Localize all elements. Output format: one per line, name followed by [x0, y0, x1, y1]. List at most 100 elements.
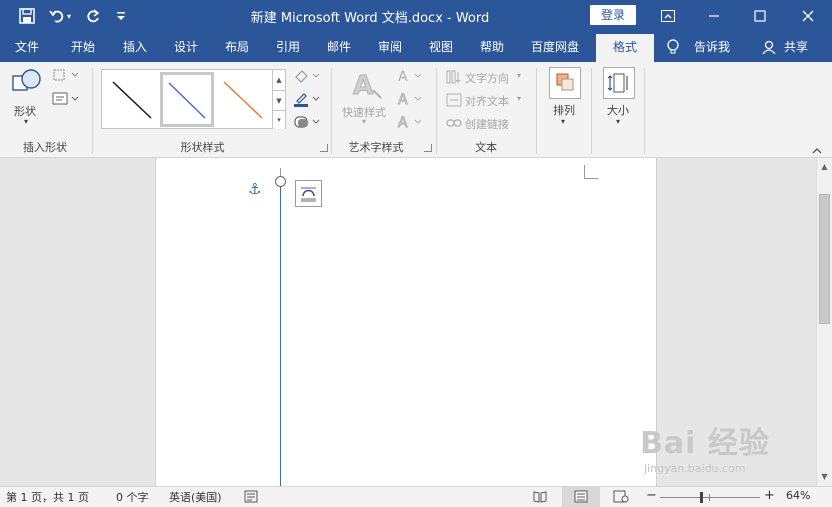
- tab-review[interactable]: 审阅: [369, 32, 411, 62]
- lightbulb-icon[interactable]: [666, 39, 680, 58]
- layout-options-icon[interactable]: [295, 180, 322, 207]
- zoom-slider-center-mark: [709, 494, 710, 501]
- align-text-label[interactable]: 对齐文本: [465, 93, 509, 109]
- collapse-ribbon-icon[interactable]: [812, 144, 822, 158]
- group-separator: [436, 68, 437, 154]
- restore-icon[interactable]: [737, 0, 783, 32]
- text-outline-icon[interactable]: A: [397, 91, 425, 110]
- gallery-up-icon[interactable]: ▲: [272, 70, 285, 90]
- align-text-icon[interactable]: [446, 93, 462, 110]
- zoom-slider-track[interactable]: [660, 492, 760, 503]
- shape-style-gallery[interactable]: ▲ ▼ ▾: [101, 69, 286, 129]
- page-margin-corner: [584, 165, 598, 179]
- text-direction-dropdown-icon[interactable]: ▾: [517, 71, 521, 80]
- scroll-thumb[interactable]: [819, 194, 830, 324]
- tab-mailings[interactable]: 邮件: [318, 32, 360, 62]
- quick-styles-dropdown-icon[interactable]: ▾: [362, 117, 366, 126]
- share-button[interactable]: 共享: [778, 32, 814, 62]
- zoom-in-button[interactable]: +: [764, 488, 775, 503]
- tab-home[interactable]: 开始: [62, 32, 104, 62]
- group-separator: [92, 68, 93, 154]
- wordart-styles-launcher-icon[interactable]: [424, 144, 432, 152]
- scroll-down-icon[interactable]: ▼: [817, 470, 832, 484]
- tab-view[interactable]: 视图: [420, 32, 462, 62]
- tab-baidu-netdisk[interactable]: 百度网盘: [525, 32, 585, 62]
- minimize-icon[interactable]: [691, 0, 737, 32]
- group-shape-styles-label: 形状样式: [180, 141, 225, 154]
- tab-insert[interactable]: 插入: [114, 32, 156, 62]
- tab-format[interactable]: 格式: [596, 34, 654, 62]
- quick-styles-icon[interactable]: A: [351, 68, 385, 105]
- shape-styles-launcher-icon[interactable]: [320, 144, 328, 152]
- edit-shape-icon[interactable]: [52, 68, 80, 85]
- share-person-icon[interactable]: [762, 40, 776, 58]
- svg-text:A: A: [398, 115, 408, 130]
- gallery-down-icon[interactable]: ▼: [272, 90, 285, 110]
- shapes-dropdown-icon[interactable]: ▾: [24, 117, 28, 126]
- group-insert-shapes-label: 插入形状: [23, 141, 67, 154]
- size-dropdown-icon[interactable]: ▾: [616, 117, 620, 126]
- group-wordart-styles-label: 艺术字样式: [348, 141, 404, 154]
- create-link-icon[interactable]: [446, 116, 462, 133]
- shape-style-blue[interactable]: [160, 72, 214, 127]
- shape-effects-icon[interactable]: [293, 114, 321, 133]
- document-page[interactable]: ⚓: [155, 158, 657, 486]
- watermark-url: jingyan.baidu.com: [644, 462, 746, 475]
- zoom-out-button[interactable]: −: [646, 488, 657, 503]
- group-separator: [331, 68, 332, 154]
- print-layout-button[interactable]: [562, 487, 600, 507]
- redo-icon[interactable]: [82, 5, 104, 27]
- text-box-icon[interactable]: [52, 92, 80, 109]
- group-separator: [591, 68, 592, 154]
- scroll-up-icon[interactable]: ▲: [817, 160, 832, 174]
- web-layout-icon[interactable]: [613, 490, 629, 506]
- shape-style-black[interactable]: [105, 72, 159, 127]
- zoom-slider-thumb[interactable]: [700, 492, 703, 503]
- gallery-more-icon[interactable]: ▾: [272, 110, 285, 129]
- align-text-dropdown-icon[interactable]: ▾: [517, 94, 521, 103]
- customize-icon[interactable]: [110, 5, 132, 27]
- shapes-icon[interactable]: [11, 68, 43, 99]
- group-separator: [536, 68, 537, 154]
- login-button[interactable]: 登录: [590, 5, 636, 25]
- close-icon[interactable]: [785, 0, 831, 32]
- tab-references[interactable]: 引用: [267, 32, 309, 62]
- arrange-icon[interactable]: [549, 67, 581, 99]
- undo-dropdown-icon[interactable]: ▾: [64, 5, 74, 27]
- macro-recording-icon[interactable]: [244, 490, 258, 506]
- selected-line-shape[interactable]: [280, 181, 281, 486]
- create-link-label[interactable]: 创建链接: [465, 116, 509, 132]
- svg-text:A: A: [398, 92, 408, 107]
- line-handle[interactable]: [275, 176, 286, 187]
- zoom-level[interactable]: 64%: [786, 489, 810, 502]
- tab-file[interactable]: 文件: [6, 32, 48, 62]
- tab-design[interactable]: 设计: [165, 32, 207, 62]
- arrange-dropdown-icon[interactable]: ▾: [561, 117, 565, 126]
- text-fill-icon[interactable]: A: [397, 68, 425, 87]
- tab-layout[interactable]: 布局: [216, 32, 258, 62]
- arrange-label[interactable]: 排列: [553, 102, 575, 118]
- text-direction-label[interactable]: 文字方向: [465, 70, 509, 86]
- tell-me-button[interactable]: 告诉我: [690, 32, 734, 62]
- ribbon-display-icon[interactable]: [645, 0, 691, 32]
- vertical-scrollbar[interactable]: ▲ ▼: [816, 158, 832, 486]
- tab-help[interactable]: 帮助: [471, 32, 513, 62]
- word-count[interactable]: 0 个字: [116, 489, 149, 505]
- ribbon-tabs: 文件 开始 插入 设计 布局 引用 邮件 审阅 视图 帮助 百度网盘 格式 告诉…: [0, 32, 832, 62]
- document-title: 新建 Microsoft Word 文档.docx - Word: [250, 11, 490, 26]
- shape-outline-icon[interactable]: [293, 91, 321, 110]
- group-text-label: 文本: [475, 141, 497, 154]
- page-count[interactable]: 第 1 页，共 1 页: [6, 489, 89, 505]
- size-label[interactable]: 大小: [607, 102, 629, 118]
- text-direction-icon[interactable]: [446, 70, 462, 87]
- shape-fill-icon[interactable]: [293, 68, 321, 87]
- read-mode-icon[interactable]: [533, 490, 547, 506]
- text-effects-icon[interactable]: A: [397, 114, 425, 133]
- group-separator: [644, 68, 645, 154]
- anchor-icon[interactable]: ⚓: [248, 180, 261, 198]
- language[interactable]: 英语(美国): [169, 489, 222, 505]
- save-icon[interactable]: [16, 5, 38, 27]
- size-icon[interactable]: [603, 67, 635, 99]
- shape-style-orange[interactable]: [216, 72, 270, 127]
- watermark-text: Bai 经验: [640, 426, 770, 461]
